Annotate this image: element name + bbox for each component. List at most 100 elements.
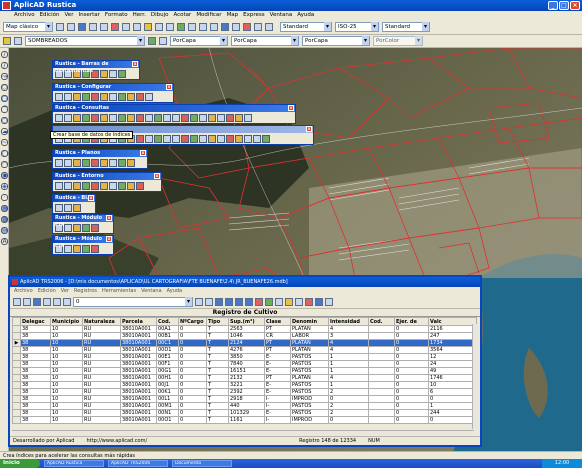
table-cell[interactable]: 00G1 bbox=[156, 367, 179, 375]
copy-icon[interactable] bbox=[122, 23, 130, 31]
table-row[interactable]: 38 10 RU 38010A001 00N1 0 T 101329 E- PASTOS 2 0 244 bbox=[12, 409, 477, 417]
table-cell[interactable]: 0 bbox=[394, 381, 429, 389]
table-cell[interactable]: 247 bbox=[428, 332, 477, 340]
tool-icon[interactable] bbox=[217, 134, 225, 143]
table-cell[interactable]: 0 bbox=[394, 367, 429, 375]
table-cell[interactable]: 38010A001 bbox=[120, 374, 157, 382]
table-cell[interactable]: T bbox=[206, 402, 229, 410]
table-cell[interactable]: E- bbox=[264, 360, 291, 368]
table-cell[interactable]: 38 bbox=[20, 346, 51, 354]
table-cell[interactable]: 0 bbox=[394, 374, 429, 382]
tool-icon[interactable] bbox=[154, 134, 162, 143]
table-cell[interactable]: PASTOS bbox=[290, 353, 329, 361]
table-cell[interactable]: 0 bbox=[178, 339, 207, 347]
table-cell[interactable]: 1 bbox=[328, 360, 369, 368]
table-cell[interactable]: RU bbox=[82, 409, 121, 417]
record-combo[interactable]: 0 bbox=[73, 296, 193, 307]
menu-item-herramientas[interactable]: Herr. bbox=[133, 11, 146, 20]
row-selector[interactable] bbox=[12, 374, 21, 382]
table-cell[interactable]: 1 bbox=[428, 402, 477, 410]
table-cell[interactable]: 38010A001 bbox=[120, 353, 157, 361]
table-cell[interactable] bbox=[368, 332, 395, 340]
tool-icon[interactable] bbox=[82, 181, 90, 190]
panel-close-icon[interactable]: x bbox=[154, 173, 160, 179]
design-center-icon[interactable] bbox=[232, 23, 240, 31]
table-cell[interactable]: E- bbox=[264, 409, 291, 417]
menu-item-edicion[interactable]: Edición bbox=[40, 11, 60, 20]
tool-icon[interactable] bbox=[109, 113, 117, 122]
tool-icon[interactable] bbox=[91, 158, 99, 167]
table-cell[interactable]: T bbox=[206, 325, 229, 333]
hatch-icon[interactable]: ▦ bbox=[1, 205, 8, 212]
close-button[interactable]: × bbox=[570, 1, 580, 10]
panel-bl[interactable]: Rustica - Bl... x bbox=[52, 194, 96, 214]
table-cell[interactable]: 3850 bbox=[228, 353, 265, 361]
pan-icon[interactable] bbox=[177, 23, 185, 31]
table-cell[interactable]: 244 bbox=[428, 409, 477, 417]
tool-icon[interactable] bbox=[55, 113, 63, 122]
menu-item-express[interactable]: Express bbox=[243, 11, 264, 20]
table-cell[interactable]: RU bbox=[82, 367, 121, 375]
next-record-icon[interactable] bbox=[235, 297, 243, 306]
tool-icon[interactable] bbox=[82, 92, 90, 101]
tool-icon[interactable] bbox=[73, 92, 81, 101]
row-selector[interactable] bbox=[12, 332, 21, 340]
table-cell[interactable] bbox=[368, 409, 395, 417]
column-header[interactable]: Intensidad bbox=[328, 317, 369, 326]
table-cell[interactable]: 10 bbox=[50, 402, 83, 410]
color-combo[interactable]: PorCapa bbox=[170, 36, 228, 46]
text-style-combo[interactable]: Standard bbox=[280, 22, 332, 32]
tool-icon[interactable] bbox=[163, 113, 171, 122]
layer-previous-icon[interactable] bbox=[159, 37, 167, 45]
table-cell[interactable]: 10 bbox=[50, 409, 83, 417]
panel-consultas[interactable]: Rustica - Consultas x bbox=[52, 104, 296, 124]
zoom-previous-icon[interactable] bbox=[210, 23, 218, 31]
table-row[interactable]: 38 10 RU 38010A001 00H1 0 T 2132 PT PLATAN 4 0 1746 bbox=[12, 374, 477, 382]
table-cell[interactable]: 0 bbox=[178, 346, 207, 354]
table-cell[interactable]: 0 bbox=[178, 332, 207, 340]
panel-toolbars[interactable]: Rustica - Barras de herramientas x bbox=[52, 60, 140, 80]
menu-item-dibujo[interactable]: Dibujo bbox=[151, 11, 169, 20]
tool-icon[interactable] bbox=[127, 181, 135, 190]
table-cell[interactable]: T bbox=[206, 346, 229, 354]
tool-icon[interactable] bbox=[73, 181, 81, 190]
layer-combo[interactable]: SOMBREADOS bbox=[25, 36, 145, 46]
table-cell[interactable]: 16151 bbox=[228, 367, 265, 375]
tool-palettes-icon[interactable] bbox=[243, 23, 251, 31]
table-cell[interactable]: I- bbox=[264, 395, 291, 403]
tool-icon[interactable] bbox=[136, 92, 144, 101]
table-cell[interactable]: 10 bbox=[50, 353, 83, 361]
table-cell[interactable]: 1 bbox=[328, 381, 369, 389]
table-cell[interactable]: RU bbox=[82, 416, 121, 424]
taskbar-item[interactable]: AplicAD Rustica bbox=[44, 460, 104, 467]
mtext-icon[interactable]: A bbox=[1, 238, 8, 245]
table-cell[interactable]: 1746 bbox=[428, 374, 477, 382]
start-button[interactable]: Inicio bbox=[0, 459, 40, 468]
table-cell[interactable]: T bbox=[206, 388, 229, 396]
insert-block-icon[interactable]: ▣ bbox=[1, 172, 8, 179]
print-icon[interactable] bbox=[89, 23, 97, 31]
panel-close-icon[interactable]: x bbox=[88, 195, 94, 201]
row-selector[interactable] bbox=[12, 416, 21, 424]
menu-item-ventana[interactable]: Ventana bbox=[270, 11, 293, 20]
undo-icon[interactable] bbox=[155, 23, 163, 31]
db-find-next-icon[interactable] bbox=[53, 297, 61, 306]
table-cell[interactable]: T bbox=[206, 416, 229, 424]
table-cell[interactable]: 10 bbox=[50, 339, 83, 347]
tool-icon[interactable] bbox=[64, 181, 72, 190]
table-cell[interactable]: 0 bbox=[394, 360, 429, 368]
column-header[interactable]: Tipo bbox=[206, 317, 229, 326]
table-row[interactable]: 38 10 RU 38010A001 00J1 0 T 3221 E- PASTOS 1 0 10 bbox=[12, 381, 477, 389]
make-block-icon[interactable]: ◈ bbox=[1, 183, 8, 190]
table-cell[interactable]: RU bbox=[82, 388, 121, 396]
tool-icon[interactable] bbox=[208, 134, 216, 143]
table-cell[interactable]: PASTOS bbox=[290, 367, 329, 375]
tool-icon[interactable] bbox=[136, 134, 144, 143]
tool-icon[interactable] bbox=[100, 113, 108, 122]
table-cell[interactable]: T bbox=[206, 332, 229, 340]
panel-configurar[interactable]: Rustica - Configurar x bbox=[52, 83, 174, 103]
table-cell[interactable]: 24 bbox=[428, 360, 477, 368]
table-cell[interactable] bbox=[368, 325, 395, 333]
table-cell[interactable]: 00B1 bbox=[156, 332, 179, 340]
table-cell[interactable]: 0 bbox=[394, 353, 429, 361]
